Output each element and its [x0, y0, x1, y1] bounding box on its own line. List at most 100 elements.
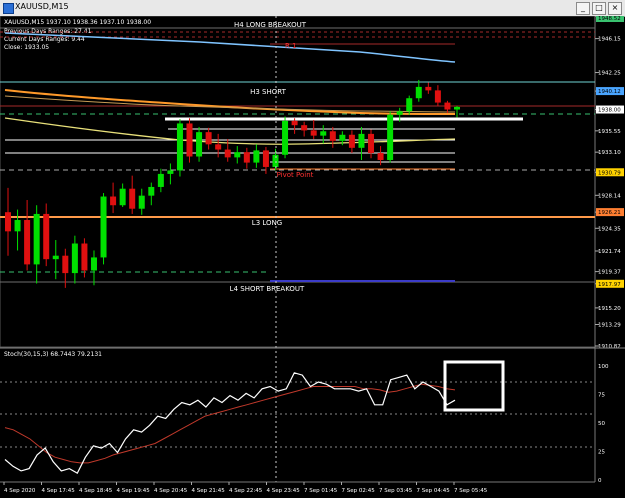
time-tick-label: 4 Sep 18:45	[79, 488, 113, 494]
price-tick-label: 1924.35	[598, 226, 621, 232]
candle-body	[148, 186, 155, 196]
candle-body	[43, 213, 50, 260]
candle-body	[454, 106, 460, 110]
time-axis: 4 Sep 2020 4 Sep 17:45 4 Sep 18:45 4 Sep 19…	[3, 482, 488, 494]
l3-label: L3 LONG	[252, 219, 282, 227]
time-tick-label: 4 Sep 19:45	[117, 488, 151, 494]
candle-body	[186, 123, 193, 157]
candle-body	[157, 173, 164, 187]
time-tick-label: 4 Sep 17:45	[42, 488, 76, 494]
price-tick-label: 1935.55	[598, 129, 621, 135]
candle-body	[224, 149, 231, 158]
time-tick-label: 4 Sep 23:45	[267, 488, 301, 494]
h3-label: H3 SHORT	[250, 88, 287, 96]
pivot-label: Pivot Point	[277, 171, 314, 179]
candle-body	[167, 170, 174, 174]
time-tick-label: 7 Sep 02:45	[342, 488, 376, 494]
price-tag-label: 1938.00	[598, 108, 621, 114]
h4-label: H4 LONG BREAKOUT	[234, 21, 307, 29]
stoch-tick-label: 25	[598, 450, 605, 456]
candle-body	[52, 255, 59, 260]
maximize-button[interactable]: □	[592, 2, 606, 15]
candle-body	[368, 133, 375, 154]
highlight-box	[443, 360, 505, 412]
candle-body	[387, 114, 394, 160]
price-axis: 1946.15 1942.25 1940.12 1938.00 1935.55 1933.…	[595, 37, 621, 350]
candle-body	[33, 213, 40, 265]
price-tick-label: 1913.29	[598, 323, 621, 329]
candle-body	[415, 86, 422, 99]
candle-body	[71, 243, 78, 274]
candle-body	[14, 220, 21, 232]
candle-body	[196, 132, 203, 157]
price-tick-label: 1933.10	[598, 150, 621, 156]
candle-body	[434, 90, 441, 103]
candle-body	[396, 111, 403, 115]
chart-window: XAUUSD,M15 _ □ × XAUUSD,M15 1937.10 1938…	[0, 0, 625, 498]
price-tick-label: 1921.74	[598, 249, 621, 255]
price-tag-label: 1926.21	[598, 210, 621, 216]
candle-body	[262, 150, 269, 167]
candle-body	[377, 153, 384, 160]
price-chart-area[interactable]: XAUUSD,M15 1937.10 1938.36 1937.10 1938.…	[0, 16, 625, 498]
time-tick-label: 7 Sep 03:45	[379, 488, 413, 494]
l4-label: L4 SHORT BREAKOUT	[230, 285, 305, 293]
time-tick-label: 7 Sep 04:45	[417, 488, 451, 494]
time-tick-label: 4 Sep 20:45	[154, 488, 188, 494]
window-title: XAUUSD,M15	[15, 2, 69, 11]
candle-body	[444, 102, 451, 110]
symbol-info: XAUUSD,M15 1937.10 1938.36 1937.10 1938.…	[4, 19, 151, 26]
window-titlebar: XAUUSD,M15 _ □ ×	[0, 0, 625, 17]
candle-body	[215, 144, 222, 150]
candle-body	[129, 188, 136, 209]
candle-body	[243, 152, 250, 163]
candle-body	[358, 133, 365, 148]
chart-window-icon	[3, 3, 14, 14]
candle-body	[24, 220, 31, 265]
candle-body	[291, 120, 298, 126]
stoch-k-line	[4, 372, 456, 475]
price-tag-label: 1940.12	[598, 89, 621, 95]
candle-body	[62, 255, 69, 274]
candle-body	[282, 120, 289, 155]
close-button[interactable]: ×	[608, 2, 622, 15]
candle-body	[110, 196, 117, 206]
stoch-label: Stoch(30,15,3) 68.7443 79.2131	[4, 351, 102, 358]
candle-body	[406, 98, 413, 112]
price-tick-label: 1942.25	[598, 71, 621, 77]
candle-body	[176, 123, 183, 171]
candle-body	[234, 152, 241, 158]
price-tag-label: 1948.52	[598, 16, 621, 22]
candle-body	[272, 154, 279, 167]
main-pane	[0, 16, 596, 348]
price-tick-label: 1928.14	[598, 193, 621, 199]
candle-body	[119, 188, 126, 206]
time-tick-label: 4 Sep 22:45	[229, 488, 263, 494]
candle-body	[205, 132, 212, 145]
price-tag-label: 1917.97	[598, 282, 621, 288]
candle-body	[90, 257, 97, 271]
price-tick-label: 1946.15	[598, 37, 621, 43]
candle-body	[329, 131, 336, 141]
time-tick-label: 4 Sep 21:45	[192, 488, 226, 494]
stoch-tick-label: 75	[598, 393, 605, 399]
price-tag-label: 1930.79	[598, 170, 621, 176]
r1-label: R 1	[285, 42, 297, 50]
candle-body	[5, 212, 11, 232]
candle-body	[301, 125, 308, 131]
candle-body	[81, 243, 88, 271]
price-tick-label: 1910.82	[598, 344, 621, 350]
time-tick-label: 4 Sep 2020	[4, 488, 36, 494]
time-tick-label: 7 Sep 01:45	[304, 488, 338, 494]
candle-body	[253, 150, 260, 163]
candle-body	[310, 130, 317, 136]
minimize-button[interactable]: _	[576, 2, 590, 15]
close-label: Close: 1933.05	[4, 44, 49, 51]
candle-body	[138, 195, 145, 209]
price-tick-label: 1919.37	[598, 270, 621, 276]
stoch-tick-label: 0	[598, 478, 602, 484]
stoch-tick-label: 100	[598, 364, 609, 370]
time-tick-label: 7 Sep 05:45	[454, 488, 488, 494]
price-tick-label: 1915.20	[598, 306, 621, 312]
candle-body	[100, 196, 107, 258]
